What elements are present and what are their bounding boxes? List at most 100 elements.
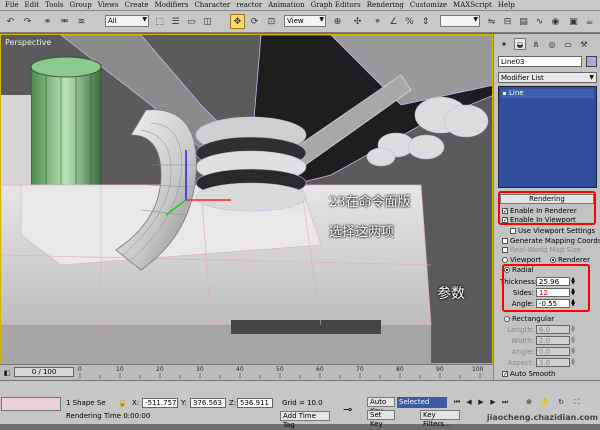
layer-manager-icon[interactable]: ▤ bbox=[516, 14, 531, 29]
add-time-tag-button[interactable]: Add Time Tag bbox=[280, 411, 330, 429]
trackbar-ticks[interactable]: 0 10 20 30 40 50 60 70 80 90 100 bbox=[78, 366, 490, 379]
display-tab-icon[interactable]: ▭ bbox=[562, 38, 574, 50]
hierarchy-tab-icon[interactable]: ⋔ bbox=[530, 38, 542, 50]
menu-help[interactable]: Help bbox=[495, 1, 518, 9]
modify-tab-icon[interactable]: ◒ bbox=[514, 38, 526, 50]
scale-icon[interactable]: ⊡ bbox=[264, 14, 279, 29]
length-input[interactable]: 6.0 bbox=[536, 325, 570, 334]
align-icon[interactable]: ⊟ bbox=[500, 14, 515, 29]
create-tab-icon[interactable]: ✦ bbox=[498, 38, 510, 50]
perspective-viewport[interactable]: Perspective 23在命令面版 选择这两项 参数 思缘设计论坛 www.… bbox=[0, 34, 493, 364]
percent-snap-icon[interactable]: % bbox=[402, 14, 417, 29]
spinner-arrows-icon[interactable]: ▲ ▼ bbox=[570, 358, 576, 367]
z-coordinate-field[interactable]: 536.911 bbox=[237, 398, 273, 408]
modifier-list-dropdown[interactable]: Modifier List ▼ bbox=[498, 72, 597, 83]
key-filters-button[interactable]: Key Filters... bbox=[420, 410, 460, 428]
time-config-icon[interactable]: ◧ bbox=[2, 368, 12, 378]
zoom-icon[interactable]: ⊕ bbox=[524, 397, 534, 407]
key-icon[interactable]: ⊸ bbox=[343, 403, 352, 416]
auto-key-button[interactable]: Auto Key bbox=[367, 397, 395, 415]
set-key-button[interactable]: Set Key bbox=[367, 410, 395, 428]
menu-views[interactable]: Views bbox=[95, 1, 122, 9]
x-coordinate-field[interactable]: -511.757 bbox=[142, 398, 178, 408]
rotate-icon[interactable]: ⟳ bbox=[247, 14, 262, 29]
region-select-icon[interactable]: ▭ bbox=[184, 14, 199, 29]
spinner-arrows-icon[interactable]: ▲ ▼ bbox=[570, 347, 576, 356]
viewport-label[interactable]: Perspective bbox=[5, 38, 51, 47]
auto-smooth-checkbox[interactable]: ✓ Auto Smooth bbox=[502, 370, 556, 378]
menu-file[interactable]: File bbox=[2, 1, 21, 9]
window-crossing-icon[interactable]: ◫ bbox=[200, 14, 215, 29]
motion-tab-icon[interactable]: ◎ bbox=[546, 38, 558, 50]
angle-snap-icon[interactable]: ∠ bbox=[386, 14, 401, 29]
spinner-arrows-icon[interactable]: ▲ ▼ bbox=[570, 325, 576, 334]
x-label: X: bbox=[132, 399, 140, 407]
quick-render-icon[interactable]: ☕ bbox=[582, 14, 597, 29]
menu-animation[interactable]: Animation bbox=[265, 1, 307, 9]
object-color-swatch[interactable] bbox=[586, 56, 597, 67]
object-name-field[interactable]: Line03 bbox=[498, 56, 582, 67]
redo-icon[interactable]: ↷ bbox=[20, 14, 35, 29]
maxscript-listener[interactable] bbox=[1, 397, 61, 411]
select-object-icon[interactable]: ⬚ bbox=[152, 14, 167, 29]
pan-icon[interactable]: ✋ bbox=[540, 397, 550, 407]
stack-item-line[interactable]: Line bbox=[501, 89, 594, 98]
checkbox-icon bbox=[502, 238, 508, 244]
menu-tools[interactable]: Tools bbox=[42, 1, 66, 9]
menu-maxscript[interactable]: MAXScript bbox=[450, 1, 495, 9]
y-coordinate-field[interactable]: 376.563 bbox=[190, 398, 226, 408]
maximize-viewport-icon[interactable]: ⛶ bbox=[572, 397, 582, 407]
render-scene-icon[interactable]: ▣ bbox=[566, 14, 581, 29]
snap-toggle-icon[interactable]: ⌖ bbox=[370, 14, 385, 29]
site-watermark: jiaocheng.chazidian.com bbox=[486, 413, 598, 422]
undo-icon[interactable]: ↶ bbox=[3, 14, 18, 29]
curve-editor-icon[interactable]: ∿ bbox=[532, 14, 547, 29]
reference-coord-dropdown[interactable]: View ▼ bbox=[284, 15, 326, 27]
menu-group[interactable]: Group bbox=[67, 1, 95, 9]
unlink-icon[interactable]: ⚮ bbox=[57, 14, 72, 29]
mirror-icon[interactable]: ⇋ bbox=[484, 14, 499, 29]
move-icon[interactable]: ✥ bbox=[230, 14, 245, 29]
angle2-input[interactable]: 0.0 bbox=[536, 347, 570, 356]
bind-space-warp-icon[interactable]: ≋ bbox=[74, 14, 89, 29]
material-editor-icon[interactable]: ◉ bbox=[548, 14, 563, 29]
aspect-input[interactable]: 3.0 bbox=[536, 358, 570, 367]
width-input[interactable]: 2.0 bbox=[536, 336, 570, 345]
select-manipulate-icon[interactable]: ✣ bbox=[350, 14, 365, 29]
pivot-center-icon[interactable]: ⊕ bbox=[330, 14, 345, 29]
menu-character[interactable]: Character bbox=[191, 1, 233, 9]
menu-reactor[interactable]: reactor bbox=[233, 1, 265, 9]
link-icon[interactable]: ⚭ bbox=[40, 14, 55, 29]
frame-counter[interactable]: 0 / 100 bbox=[14, 367, 74, 377]
spinner-snap-icon[interactable]: ⇕ bbox=[418, 14, 433, 29]
selection-filter-dropdown[interactable]: All ▼ bbox=[105, 15, 149, 27]
previous-frame-icon[interactable]: ◀ bbox=[464, 397, 474, 407]
select-by-name-icon[interactable]: ☰ bbox=[168, 14, 183, 29]
renderer-radio[interactable]: Renderer bbox=[550, 256, 590, 264]
real-world-map-checkbox[interactable]: Real-World Map Size bbox=[502, 246, 581, 254]
angle2-label: Angle: bbox=[511, 347, 534, 356]
utilities-tab-icon[interactable]: ⚒ bbox=[578, 38, 590, 50]
use-viewport-settings-checkbox[interactable]: Use Viewport Settings bbox=[510, 227, 595, 235]
play-icon[interactable]: ▶ bbox=[476, 397, 486, 407]
key-mode-dropdown[interactable]: Selected bbox=[397, 397, 447, 408]
rectangular-radio[interactable]: Rectangular bbox=[504, 315, 554, 323]
menu-modifiers[interactable]: Modifiers bbox=[152, 1, 192, 9]
lock-icon[interactable]: 🔒 bbox=[118, 399, 127, 407]
go-to-end-icon[interactable]: ⏭ bbox=[500, 397, 510, 407]
menu-customize[interactable]: Customize bbox=[407, 1, 450, 9]
stack-bullet-icon bbox=[503, 92, 506, 95]
menu-create[interactable]: Create bbox=[122, 1, 152, 9]
go-to-start-icon[interactable]: ⏮ bbox=[452, 397, 462, 407]
named-selection-dropdown[interactable]: ▼ bbox=[440, 15, 480, 27]
generate-mapping-checkbox[interactable]: Generate Mapping Coords. bbox=[502, 237, 600, 245]
spinner-arrows-icon[interactable]: ▲ ▼ bbox=[570, 336, 576, 345]
menu-graph-editors[interactable]: Graph Editors bbox=[308, 1, 364, 9]
time-slider[interactable]: ◧ 0 / 100 0 10 20 30 40 50 60 70 80 90 1… bbox=[0, 364, 493, 380]
menu-edit[interactable]: Edit bbox=[21, 1, 42, 9]
menu-rendering[interactable]: Rendering bbox=[364, 1, 407, 9]
viewport-radio[interactable]: Viewport bbox=[502, 256, 541, 264]
aspect-label: Aspect: bbox=[507, 358, 534, 367]
orbit-icon[interactable]: ↻ bbox=[556, 397, 566, 407]
next-frame-icon[interactable]: ▶ bbox=[488, 397, 498, 407]
